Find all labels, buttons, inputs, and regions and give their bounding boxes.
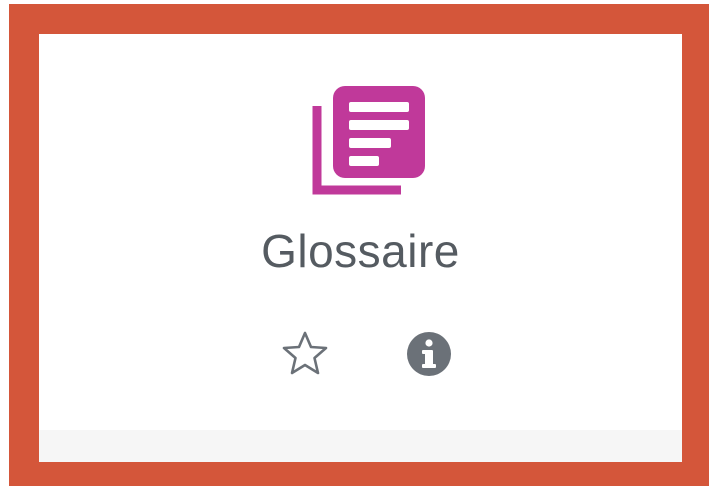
highlight-frame: Glossaire [9, 4, 709, 486]
card-actions [39, 326, 682, 382]
info-button[interactable] [401, 326, 457, 382]
card-footer [39, 430, 682, 462]
activity-card[interactable]: Glossaire [39, 34, 682, 462]
star-button[interactable] [277, 326, 333, 382]
glossary-icon [312, 86, 425, 195]
info-circle-icon [407, 332, 451, 376]
module-name[interactable]: Glossaire [39, 224, 682, 278]
star-outline-icon [282, 331, 328, 375]
